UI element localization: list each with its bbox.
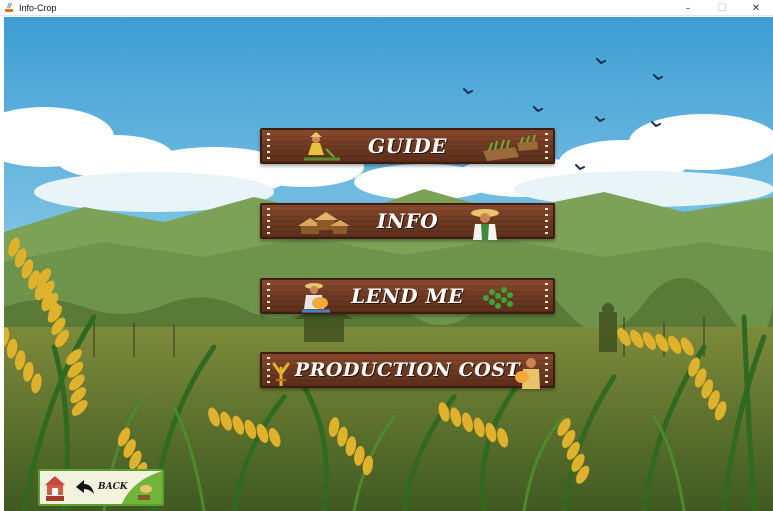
- nail-strip-right: [545, 357, 548, 383]
- farmer-harvesting-icon: [302, 131, 342, 167]
- barn-icon: [42, 473, 68, 504]
- back-button[interactable]: BACK: [38, 469, 164, 506]
- window-controls: – ☐ ✕: [671, 0, 773, 16]
- java-app-icon: [4, 2, 15, 13]
- back-arrow-icon: [74, 477, 96, 503]
- maximize-button[interactable]: ☐: [705, 0, 739, 16]
- production-cost-label: PRODUCTION COST: [294, 359, 521, 381]
- guide-button[interactable]: GUIDE: [260, 128, 555, 164]
- lend-me-button[interactable]: LEND ME: [260, 278, 555, 314]
- close-button[interactable]: ✕: [739, 0, 773, 16]
- farm-scene-background: GUIDE INFO LEND ME PRODUCTION COST BACK: [4, 17, 773, 511]
- nail-strip-right: [545, 133, 548, 159]
- production-cost-button[interactable]: PRODUCTION COST: [260, 352, 555, 390]
- window-title-bar: Info-Crop – ☐ ✕: [0, 0, 773, 16]
- info-button[interactable]: INFO: [260, 203, 555, 242]
- nail-strip-left: [267, 283, 270, 309]
- window-title: Info-Crop: [19, 2, 57, 13]
- green-seeds-icon: [481, 284, 517, 316]
- nipa-huts-icon: [296, 206, 352, 242]
- seedling-tray-icon: [481, 131, 539, 167]
- rice-field-illustration: [4, 17, 773, 511]
- guide-label: GUIDE: [368, 134, 447, 158]
- nail-strip-right: [545, 283, 548, 309]
- farm-corner-illustration: [120, 471, 162, 504]
- nail-strip-left: [267, 208, 270, 234]
- nail-strip-right: [545, 208, 548, 234]
- farmer-straw-hat-icon: [467, 206, 503, 244]
- info-label: INFO: [376, 209, 439, 233]
- farmer-with-sack-icon: [300, 281, 334, 317]
- minimize-button[interactable]: –: [671, 0, 705, 16]
- nail-strip-left: [267, 133, 270, 159]
- rice-sheaf-icon: [268, 360, 294, 390]
- lend-me-label: LEND ME: [351, 284, 464, 308]
- farmer-carrying-grain-icon: [513, 355, 543, 393]
